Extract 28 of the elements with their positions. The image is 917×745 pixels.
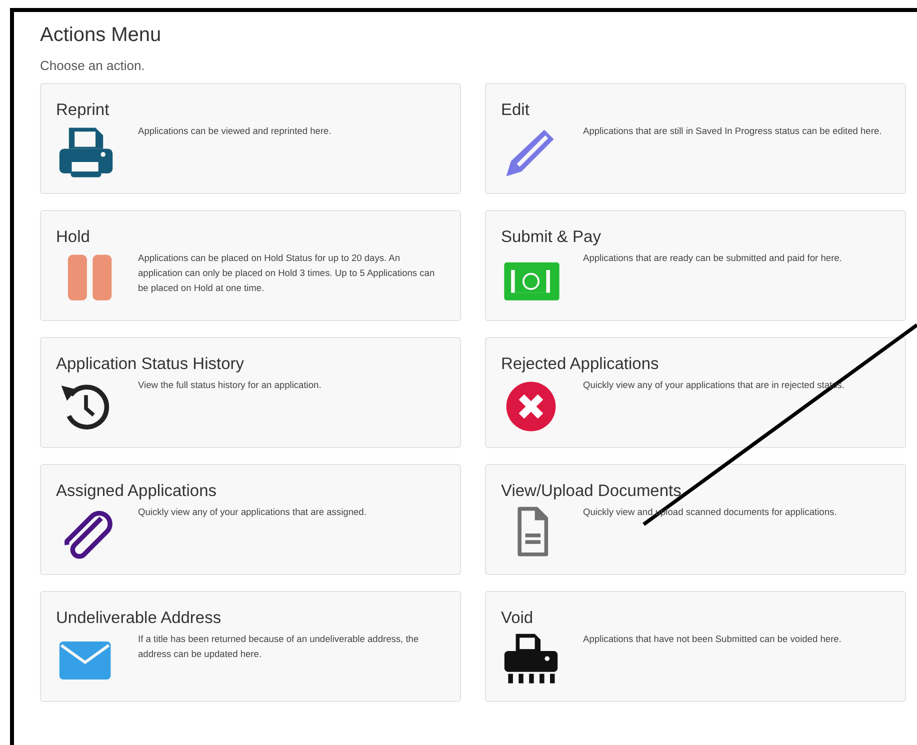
action-title: Reprint [56, 100, 110, 121]
action-title: Rejected Applications [501, 354, 660, 375]
action-card[interactable]: Hold Applications can be placed on Hold Status for up to 20 days. An application can only be placed on Hold 3 times. Up to 5 Applications can be placed on Hold at one time. [40, 210, 461, 321]
action-card[interactable]: Edit Applications that are still in Saved In Progress status can be edited here. [485, 83, 906, 194]
action-title: Void [501, 608, 534, 629]
action-title: Application Status History [56, 354, 246, 375]
action-title: Undeliverable Address [56, 608, 222, 629]
action-description: Applications can be viewed and reprinted here. [138, 125, 332, 138]
page-subtitle: Choose an action. [40, 57, 146, 75]
action-title: Hold [56, 227, 91, 248]
action-title: Edit [501, 100, 530, 121]
action-description: If a title has been returned because of an undeliverable address, the address can be updated here. [138, 633, 420, 661]
action-description: Applications that are ready can be submitted and paid for here. [583, 252, 842, 265]
action-card[interactable]: Void Applications that have not been Submitted can be voided here. [485, 591, 906, 702]
action-card[interactable]: Application Status History View the full status history for an application. [40, 337, 461, 448]
action-card[interactable]: Submit & Pay Applications that are ready can be submitted and paid for here. [485, 210, 906, 321]
action-card[interactable]: Reprint Applications can be viewed and reprinted here. [40, 83, 461, 194]
action-description: Applications that are still in Saved In Progress status can be edited here. [583, 125, 882, 138]
action-description: Quickly view any of your applications that are assigned. [138, 506, 366, 519]
action-title: View/Upload Documents [501, 481, 682, 502]
page-title: Actions Menu [40, 23, 162, 48]
action-description: View the full status history for an application. [138, 379, 322, 392]
action-card[interactable]: Undeliverable Address If a title has been returned because of an undeliverable address, the address can be updated here. [40, 591, 461, 702]
action-card[interactable]: Assigned Applications Quickly view any of your applications that are assigned. [40, 464, 461, 575]
action-description: Applications can be placed on Hold Status for up to 20 days. An application can only be placed on Hold 3 times. Up to 5 Applications can be placed on Hold at one time. [138, 252, 436, 295]
action-title: Submit & Pay [501, 227, 602, 248]
action-description: Applications that have not been Submitted can be voided here. [583, 633, 842, 646]
action-title: Assigned Applications [56, 481, 218, 502]
